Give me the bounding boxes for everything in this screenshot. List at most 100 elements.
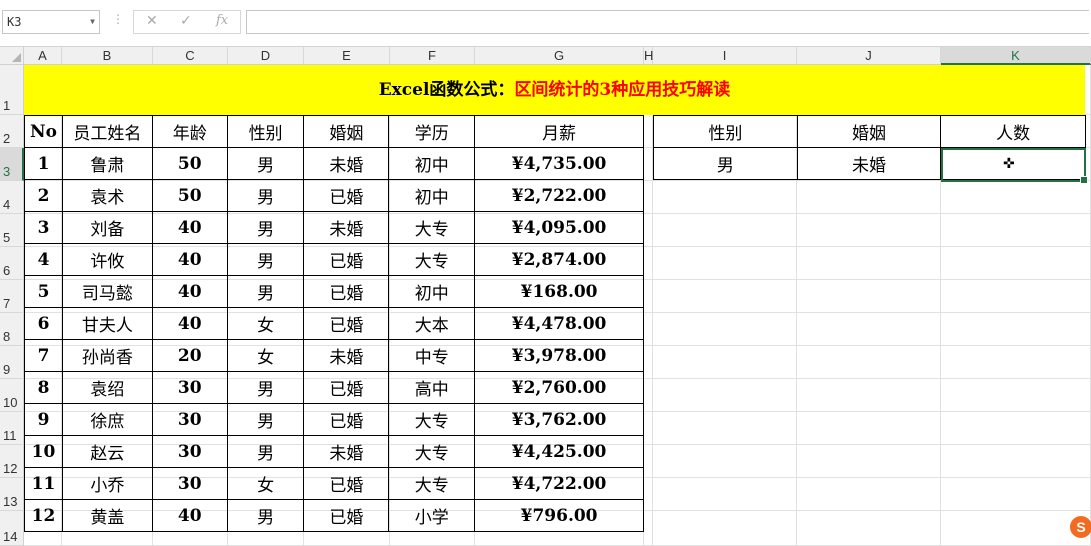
column-header-k[interactable]: K	[941, 47, 1091, 65]
cell-education[interactable]: 大本	[388, 307, 476, 340]
cell-name[interactable]: 鲁肃	[61, 147, 153, 180]
cell-no[interactable]: 11	[24, 467, 63, 500]
cell-no[interactable]: 8	[24, 371, 63, 404]
cell-gender[interactable]: 男	[226, 499, 305, 532]
cell-name[interactable]: 许攸	[61, 243, 153, 276]
row-header-3[interactable]: 3	[0, 148, 24, 181]
cell-salary[interactable]: ¥2,760.00	[474, 371, 644, 404]
cell-marital[interactable]: 已婚	[303, 371, 390, 404]
cell-marital[interactable]: 已婚	[303, 499, 390, 532]
sogou-ime-icon[interactable]: S	[1070, 516, 1091, 538]
check-icon[interactable]: ✓	[180, 13, 192, 29]
cell-salary[interactable]: ¥2,722.00	[474, 179, 644, 212]
header-age[interactable]: 年龄	[151, 115, 228, 148]
cell-marital[interactable]: 未婚	[303, 435, 390, 468]
cell-salary[interactable]: ¥3,978.00	[474, 339, 644, 372]
cell-education[interactable]: 大专	[388, 435, 476, 468]
cell-education[interactable]: 大专	[388, 403, 476, 436]
cell-age[interactable]: 40	[151, 307, 228, 340]
header-no[interactable]: No	[24, 115, 63, 148]
cell-no[interactable]: 7	[24, 339, 63, 372]
cell-age[interactable]: 30	[151, 403, 228, 436]
cell-name[interactable]: 司马懿	[61, 275, 153, 308]
header-marital[interactable]: 婚姻	[303, 115, 390, 148]
cell-gender[interactable]: 女	[226, 307, 305, 340]
cell-gender[interactable]: 女	[226, 467, 305, 500]
criteria-header-count[interactable]: 人数	[940, 115, 1086, 148]
cell-age[interactable]: 40	[151, 499, 228, 532]
row-header-8[interactable]: 8	[0, 313, 24, 346]
column-header-c[interactable]: C	[153, 47, 228, 65]
cell-no[interactable]: 2	[24, 179, 63, 212]
column-header-j[interactable]: J	[797, 47, 941, 65]
row-header-13[interactable]: 13	[0, 478, 24, 511]
cell-marital[interactable]: 已婚	[303, 179, 390, 212]
cell-marital[interactable]: 已婚	[303, 307, 390, 340]
cell-gender[interactable]: 男	[226, 403, 305, 436]
row-header-1[interactable]: 1	[0, 65, 24, 115]
column-header-i[interactable]: I	[653, 47, 797, 65]
cell-name[interactable]: 徐庶	[61, 403, 153, 436]
cell-gender[interactable]: 男	[226, 243, 305, 276]
row-header-7[interactable]: 7	[0, 280, 24, 313]
insert-function-icon[interactable]: fx	[216, 13, 228, 28]
cell-age[interactable]: 20	[151, 339, 228, 372]
row-header-12[interactable]: 12	[0, 445, 24, 478]
cell-gender[interactable]: 男	[226, 371, 305, 404]
header-name[interactable]: 员工姓名	[61, 115, 153, 148]
cell-marital[interactable]: 未婚	[303, 147, 390, 180]
column-header-d[interactable]: D	[228, 47, 304, 65]
row-header-11[interactable]: 11	[0, 412, 24, 445]
fill-handle[interactable]	[1080, 176, 1088, 184]
sheet-title[interactable]: Excel函数公式：区间统计的3种应用技巧解读	[24, 65, 1085, 115]
cell-marital[interactable]: 未婚	[303, 211, 390, 244]
cell-education[interactable]: 初中	[388, 275, 476, 308]
cell-education[interactable]: 初中	[388, 179, 476, 212]
cell-education[interactable]: 初中	[388, 147, 476, 180]
cell-age[interactable]: 30	[151, 467, 228, 500]
cell-name[interactable]: 黄盖	[61, 499, 153, 532]
cell-age[interactable]: 50	[151, 179, 228, 212]
cell-education[interactable]: 小学	[388, 499, 476, 532]
cell-gender[interactable]: 男	[226, 435, 305, 468]
row-header-4[interactable]: 4	[0, 181, 24, 214]
formula-input[interactable]	[246, 10, 1089, 34]
column-header-g[interactable]: G	[475, 47, 644, 65]
row-header-5[interactable]: 5	[0, 214, 24, 247]
criteria-marital[interactable]: 未婚	[796, 147, 942, 180]
header-education[interactable]: 学历	[388, 115, 476, 148]
cell-no[interactable]: 6	[24, 307, 63, 340]
cell-marital[interactable]: 已婚	[303, 467, 390, 500]
cell-salary[interactable]: ¥4,425.00	[474, 435, 644, 468]
cell-age[interactable]: 30	[151, 371, 228, 404]
criteria-gender[interactable]: 男	[653, 147, 798, 180]
cell-gender[interactable]: 男	[226, 147, 305, 180]
cell-age[interactable]: 30	[151, 435, 228, 468]
cell-gender[interactable]: 男	[226, 275, 305, 308]
cell-education[interactable]: 大专	[388, 243, 476, 276]
cell-marital[interactable]: 已婚	[303, 403, 390, 436]
cancel-icon[interactable]: ✕	[146, 13, 158, 29]
row-header-14[interactable]: 14	[0, 511, 24, 546]
cell-name[interactable]: 袁术	[61, 179, 153, 212]
cell-marital[interactable]: 已婚	[303, 275, 390, 308]
cell-gender[interactable]: 女	[226, 339, 305, 372]
cell-no[interactable]: 9	[24, 403, 63, 436]
cell-no[interactable]: 1	[24, 147, 63, 180]
cell-salary[interactable]: ¥796.00	[474, 499, 644, 532]
cell-name[interactable]: 袁绍	[61, 371, 153, 404]
cell-education[interactable]: 大专	[388, 211, 476, 244]
cell-no[interactable]: 5	[24, 275, 63, 308]
cell-no[interactable]: 4	[24, 243, 63, 276]
criteria-header-gender[interactable]: 性别	[653, 115, 798, 148]
cell-age[interactable]: 50	[151, 147, 228, 180]
column-header-e[interactable]: E	[304, 47, 390, 65]
cell-name[interactable]: 刘备	[61, 211, 153, 244]
cell-age[interactable]: 40	[151, 211, 228, 244]
row-header-2[interactable]: 2	[0, 115, 24, 148]
cell-age[interactable]: 40	[151, 243, 228, 276]
header-salary[interactable]: 月薪	[474, 115, 644, 148]
select-all-button[interactable]	[0, 47, 24, 65]
cell-salary[interactable]: ¥4,478.00	[474, 307, 644, 340]
row-header-9[interactable]: 9	[0, 346, 24, 379]
